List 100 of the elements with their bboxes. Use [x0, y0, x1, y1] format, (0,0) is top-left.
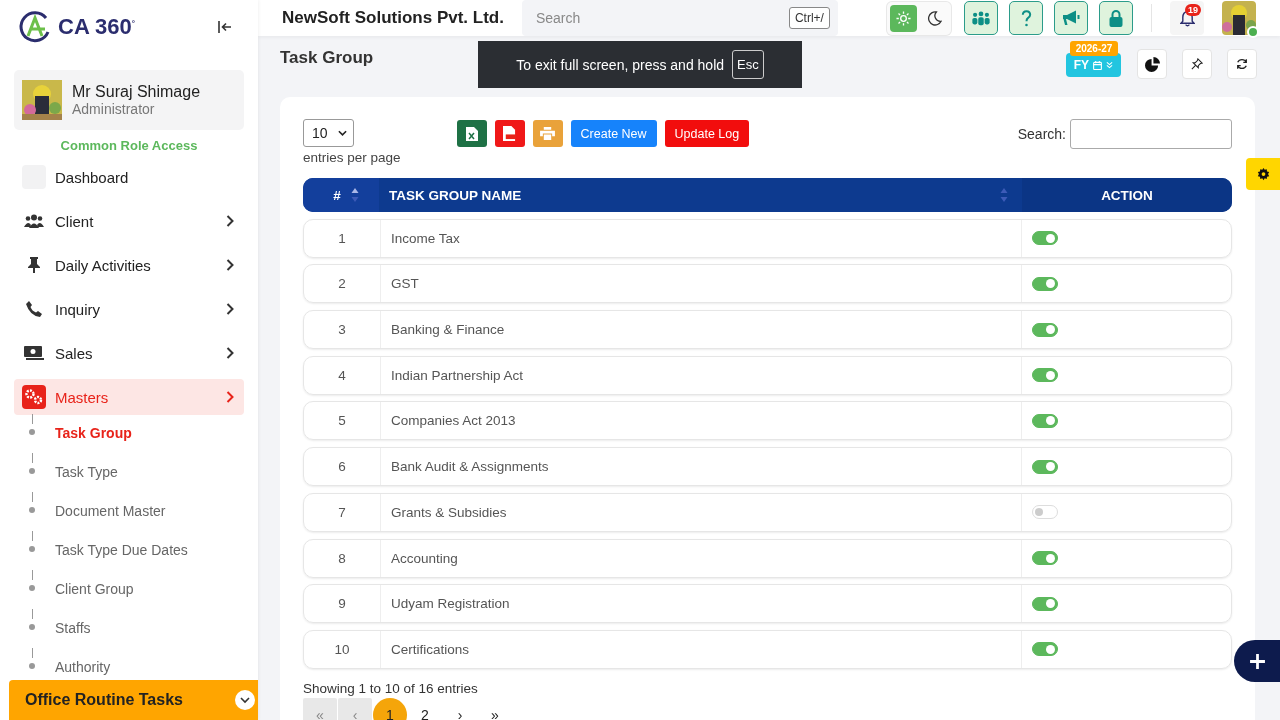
sort-icon: [350, 187, 359, 203]
update-log-button[interactable]: Update Log: [664, 120, 750, 147]
task-group-name: Udyam Registration: [391, 596, 510, 612]
caret-icon: [338, 130, 347, 136]
submenu-item[interactable]: Task Type: [55, 464, 118, 480]
page-button[interactable]: 1: [373, 697, 407, 720]
row-number: 3: [338, 322, 346, 338]
submenu-item[interactable]: Document Master: [55, 503, 166, 519]
esc-key: Esc: [732, 50, 764, 79]
megaphone-icon: [1062, 10, 1080, 26]
logo-icon: [18, 10, 52, 44]
task-group-name: Grants & Subsidies: [391, 504, 507, 520]
row-number: 10: [334, 641, 350, 657]
status-toggle[interactable]: [1032, 368, 1058, 383]
add-button[interactable]: [1234, 640, 1280, 682]
sidebar-item[interactable]: Sales: [14, 335, 244, 371]
announcement-button[interactable]: [1054, 1, 1088, 35]
pdf-file-icon: [503, 126, 517, 141]
pushpin-icon: [28, 257, 40, 273]
spreadsheet-file-icon: [465, 126, 478, 141]
page-button[interactable]: »: [478, 697, 512, 720]
company-name: NewSoft Solutions Pvt. Ltd.: [282, 8, 504, 28]
entries-label: entries per page: [303, 150, 401, 165]
row-number: 1: [338, 230, 346, 246]
status-toggle[interactable]: [1032, 276, 1058, 291]
submenu-item[interactable]: Task Group: [55, 425, 132, 441]
office-routine-bar[interactable]: Office Routine Tasks: [9, 680, 258, 720]
page-button[interactable]: ›: [443, 697, 477, 720]
printer-icon: [540, 127, 556, 140]
role-access-label: Common Role Access: [59, 138, 199, 153]
row-number: 6: [338, 459, 346, 475]
row-number: 4: [338, 367, 346, 383]
plus-icon: [1248, 652, 1266, 670]
status-toggle[interactable]: [1032, 413, 1058, 428]
money-icon: [24, 346, 44, 360]
notifications-button[interactable]: 19: [1170, 1, 1204, 35]
user-card[interactable]: Mr Suraj Shimage Administrator: [14, 70, 244, 130]
calendar-icon: [1093, 60, 1102, 70]
task-group-name: Accounting: [391, 550, 458, 566]
sidebar-item[interactable]: Daily Activities: [14, 247, 244, 283]
task-group-name: Bank Audit & Assignments: [391, 459, 549, 475]
task-group-name: Banking & Finance: [391, 322, 505, 338]
row-number: 8: [338, 550, 346, 566]
refresh-button[interactable]: [1227, 49, 1257, 79]
shortcut-key: Ctrl+/: [788, 7, 830, 29]
row-number: 9: [338, 596, 346, 612]
excel-export-button[interactable]: [456, 120, 487, 147]
row-number: 2: [338, 276, 346, 292]
page-size-select[interactable]: 10: [303, 119, 354, 147]
sidebar-item[interactable]: Masters: [14, 379, 244, 415]
people-icon: [971, 10, 991, 26]
lock-button[interactable]: [1099, 1, 1133, 35]
column-header: ACTION: [1101, 187, 1153, 203]
gears-icon: [22, 385, 46, 409]
page-title: Task Group: [280, 48, 374, 68]
print-button[interactable]: [532, 120, 563, 147]
status-toggle[interactable]: [1032, 231, 1058, 246]
page-button[interactable]: 2: [408, 697, 442, 720]
team-button[interactable]: [964, 1, 998, 35]
user-name: Mr Suraj Shimage: [72, 83, 201, 101]
entries-summary: Showing 1 to 10 of 16 entries: [303, 680, 479, 696]
settings-button[interactable]: [1246, 158, 1280, 190]
sun-icon: [896, 10, 911, 26]
row-number: 7: [338, 504, 346, 520]
sort-icon: [1000, 187, 1008, 203]
pin-icon: [1191, 58, 1203, 70]
task-group-name: Indian Partnership Act: [391, 367, 524, 383]
year-badge: 2026-27: [1069, 41, 1119, 56]
sidebar-item[interactable]: Client: [14, 203, 244, 239]
submenu-item[interactable]: Authority: [55, 659, 111, 675]
sidebar-item[interactable]: Inquiry: [14, 291, 244, 327]
collapse-icon[interactable]: [218, 21, 232, 33]
task-group-name: Income Tax: [391, 230, 460, 246]
notice-text: To exit full screen, press and hold: [516, 56, 725, 73]
pin-button[interactable]: [1182, 49, 1212, 79]
chevron-down-icon: [235, 690, 255, 710]
table-search-field[interactable]: [1070, 119, 1232, 149]
pie-chart-button[interactable]: [1137, 49, 1167, 79]
column-header[interactable]: #: [333, 187, 341, 203]
status-toggle[interactable]: [1032, 642, 1058, 657]
search-label: Search:: [1017, 126, 1066, 142]
status-toggle[interactable]: [1032, 596, 1058, 611]
help-button[interactable]: [1009, 1, 1043, 35]
status-toggle[interactable]: [1032, 459, 1058, 474]
people-icon: [24, 214, 44, 228]
task-group-name: Certifications: [391, 641, 470, 657]
create-new-button[interactable]: Create New: [570, 120, 657, 147]
pdf-export-button[interactable]: [494, 120, 525, 147]
submenu-item[interactable]: Task Type Due Dates: [55, 542, 188, 558]
double-chevron-icon: [1106, 61, 1113, 69]
status-toggle[interactable]: [1032, 322, 1058, 337]
pie-chart-icon: [1144, 56, 1160, 72]
status-toggle[interactable]: [1032, 551, 1058, 565]
moon-icon: [927, 10, 942, 26]
sidebar-item[interactable]: Dashboard: [14, 159, 244, 195]
column-header[interactable]: TASK GROUP NAME: [389, 187, 522, 203]
phone-icon: [26, 301, 42, 317]
user-role: Administrator: [72, 101, 156, 117]
submenu-item[interactable]: Client Group: [55, 581, 134, 597]
submenu-item[interactable]: Staffs: [55, 620, 91, 636]
